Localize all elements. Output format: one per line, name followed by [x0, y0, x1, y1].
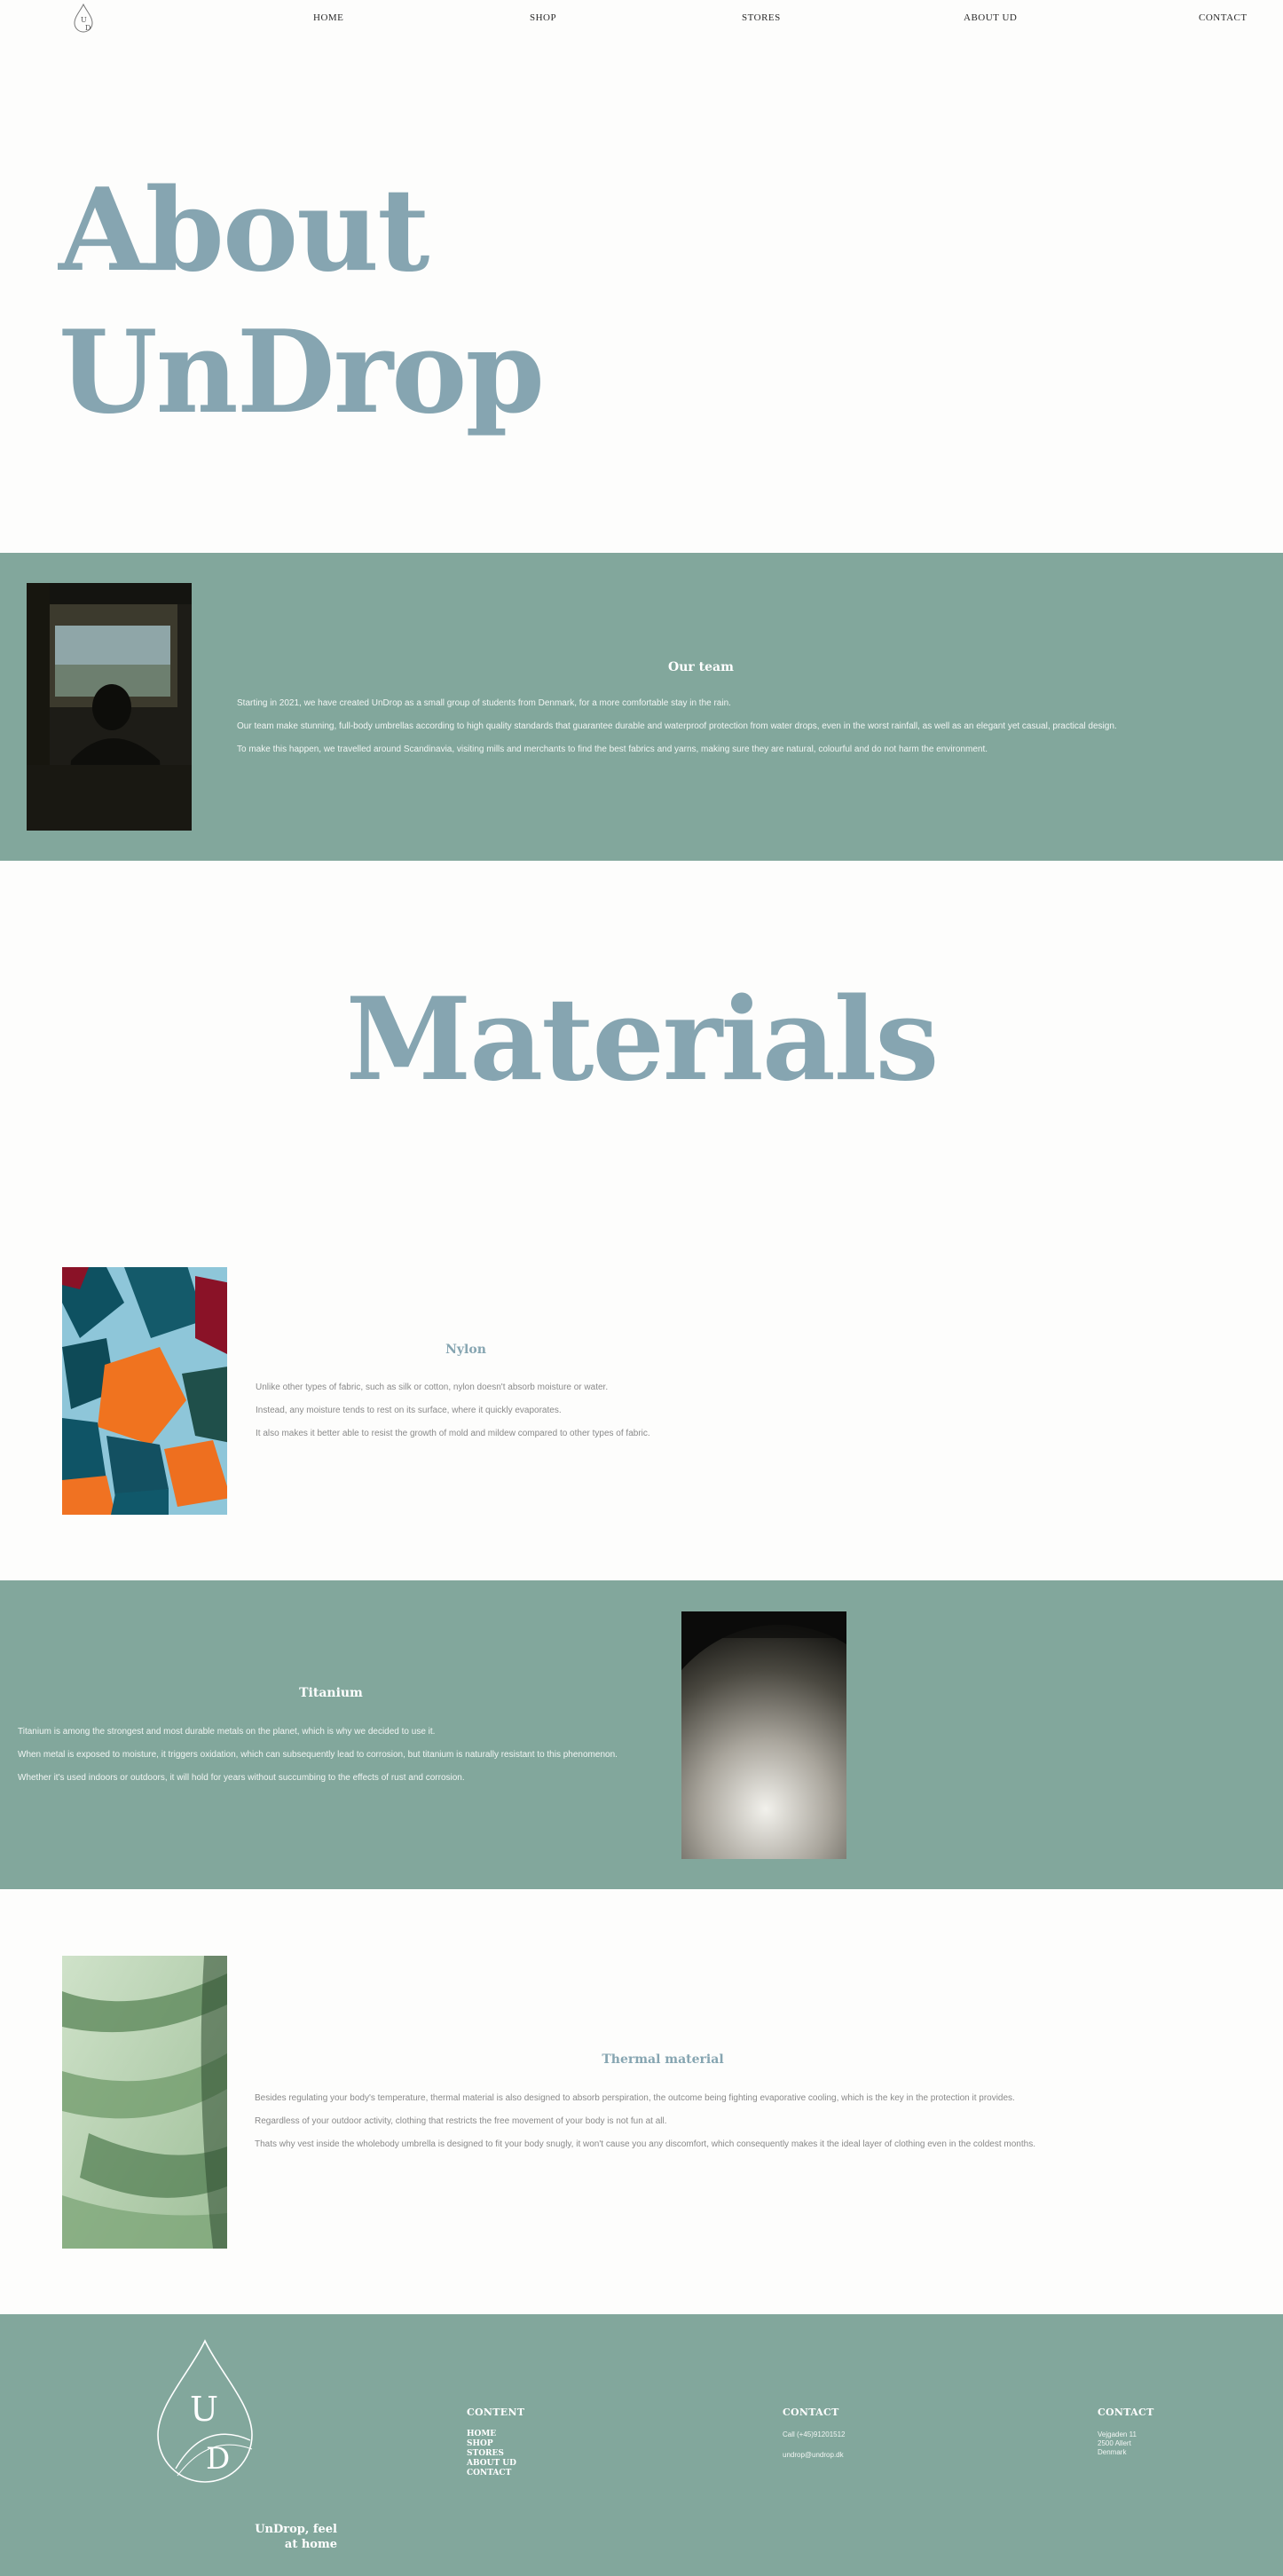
- footer-tagline-line-1: UnDrop, feel: [255, 2523, 337, 2536]
- footer-logo-letter-u: U: [190, 2390, 218, 2429]
- nav-stores-link[interactable]: STORES: [742, 12, 781, 23]
- footer-links: HOME SHOP STORES ABOUT UD CONTACT: [467, 2430, 516, 2478]
- footer-address-title: CONTACT: [1098, 2407, 1154, 2418]
- footer-link-contact[interactable]: CONTACT: [467, 2469, 516, 2478]
- thermal-paragraph: Regardless of your outdoor activity, clo…: [255, 2116, 667, 2126]
- footer-contact-title: CONTACT: [783, 2407, 839, 2418]
- nylon-title: Nylon: [445, 1343, 486, 1357]
- nylon-description: Unlike other types of fabric, such as si…: [256, 1382, 650, 1451]
- titanium-paragraph: When metal is exposed to moisture, it tr…: [18, 1750, 618, 1760]
- materials-heading: Materials: [345, 973, 940, 1107]
- thermal-description: Besides regulating your body's temperatu…: [255, 2092, 1035, 2162]
- footer-link-home[interactable]: HOME: [467, 2430, 516, 2439]
- svg-text:D: D: [85, 24, 91, 32]
- nav-contact-link[interactable]: CONTACT: [1199, 12, 1248, 23]
- footer-address-line: Denmark: [1098, 2448, 1127, 2456]
- footer-phone[interactable]: Call (+45)91201512: [783, 2430, 846, 2439]
- footer-link-about[interactable]: ABOUT UD: [467, 2459, 516, 2469]
- team-paragraph: To make this happen, we travelled around…: [237, 744, 988, 754]
- titanium-surface-image: [681, 1611, 846, 1859]
- footer-logo-icon: U D: [157, 2339, 253, 2483]
- footer-address-line: Vejgaden 11: [1098, 2430, 1137, 2438]
- team-paragraph: Our team make stunning, full-body umbrel…: [237, 721, 1117, 731]
- undrop-logo-icon[interactable]: U D: [69, 3, 98, 35]
- footer-tagline-line-2: at home: [284, 2538, 337, 2551]
- nav-about-link[interactable]: ABOUT UD: [964, 12, 1017, 23]
- titanium-description: Titanium is among the strongest and most…: [18, 1726, 618, 1795]
- footer-link-shop[interactable]: SHOP: [467, 2439, 516, 2449]
- nylon-paragraph: Unlike other types of fabric, such as si…: [256, 1383, 609, 1392]
- team-title: Our team: [668, 660, 734, 674]
- titanium-title: Titanium: [299, 1686, 363, 1700]
- team-section: Our team Starting in 2021, we have creat…: [0, 553, 1283, 861]
- nylon-paragraph: Instead, any moisture tends to rest on i…: [256, 1406, 562, 1415]
- top-navigation: U D HOME SHOP STORES ABOUT UD CONTACT: [0, 0, 1283, 37]
- thermal-fabric-image: [62, 1956, 227, 2249]
- nylon-paragraph: It also makes it better able to resist t…: [256, 1429, 650, 1438]
- footer-address: Vejgaden 11 2500 Allert Denmark: [1098, 2430, 1137, 2457]
- team-description: Starting in 2021, we have created UnDrop…: [237, 697, 1117, 767]
- team-photo-image: [27, 583, 192, 831]
- titanium-paragraph: Whether it's used indoors or outdoors, i…: [18, 1773, 465, 1783]
- thermal-paragraph: Thats why vest inside the wholebody umbr…: [255, 2139, 1035, 2149]
- hero-title-line-2: UnDrop: [59, 306, 545, 439]
- hero-title: About UnDrop: [59, 160, 545, 444]
- nav-home-link[interactable]: HOME: [313, 12, 343, 23]
- footer-email[interactable]: undrop@undrop.dk: [783, 2451, 844, 2460]
- footer: U D UnDrop, feel at home CONTENT HOME SH…: [0, 2314, 1283, 2576]
- thermal-title: Thermal material: [602, 2052, 724, 2067]
- svg-text:U: U: [81, 16, 87, 24]
- footer-content-title: CONTENT: [467, 2407, 525, 2418]
- thermal-paragraph: Besides regulating your body's temperatu…: [255, 2093, 1015, 2103]
- footer-address-line: 2500 Allert: [1098, 2439, 1131, 2447]
- titanium-section: Titanium Titanium is among the strongest…: [0, 1580, 1283, 1889]
- titanium-paragraph: Titanium is among the strongest and most…: [18, 1727, 436, 1737]
- footer-logo-letter-d: D: [206, 2441, 230, 2477]
- nylon-umbrellas-image: [62, 1267, 227, 1515]
- team-paragraph: Starting in 2021, we have created UnDrop…: [237, 698, 731, 708]
- footer-tagline: UnDrop, feel at home: [204, 2522, 337, 2552]
- nav-shop-link[interactable]: SHOP: [530, 12, 556, 23]
- hero-title-line-1: About: [59, 164, 429, 297]
- footer-link-stores[interactable]: STORES: [467, 2449, 516, 2459]
